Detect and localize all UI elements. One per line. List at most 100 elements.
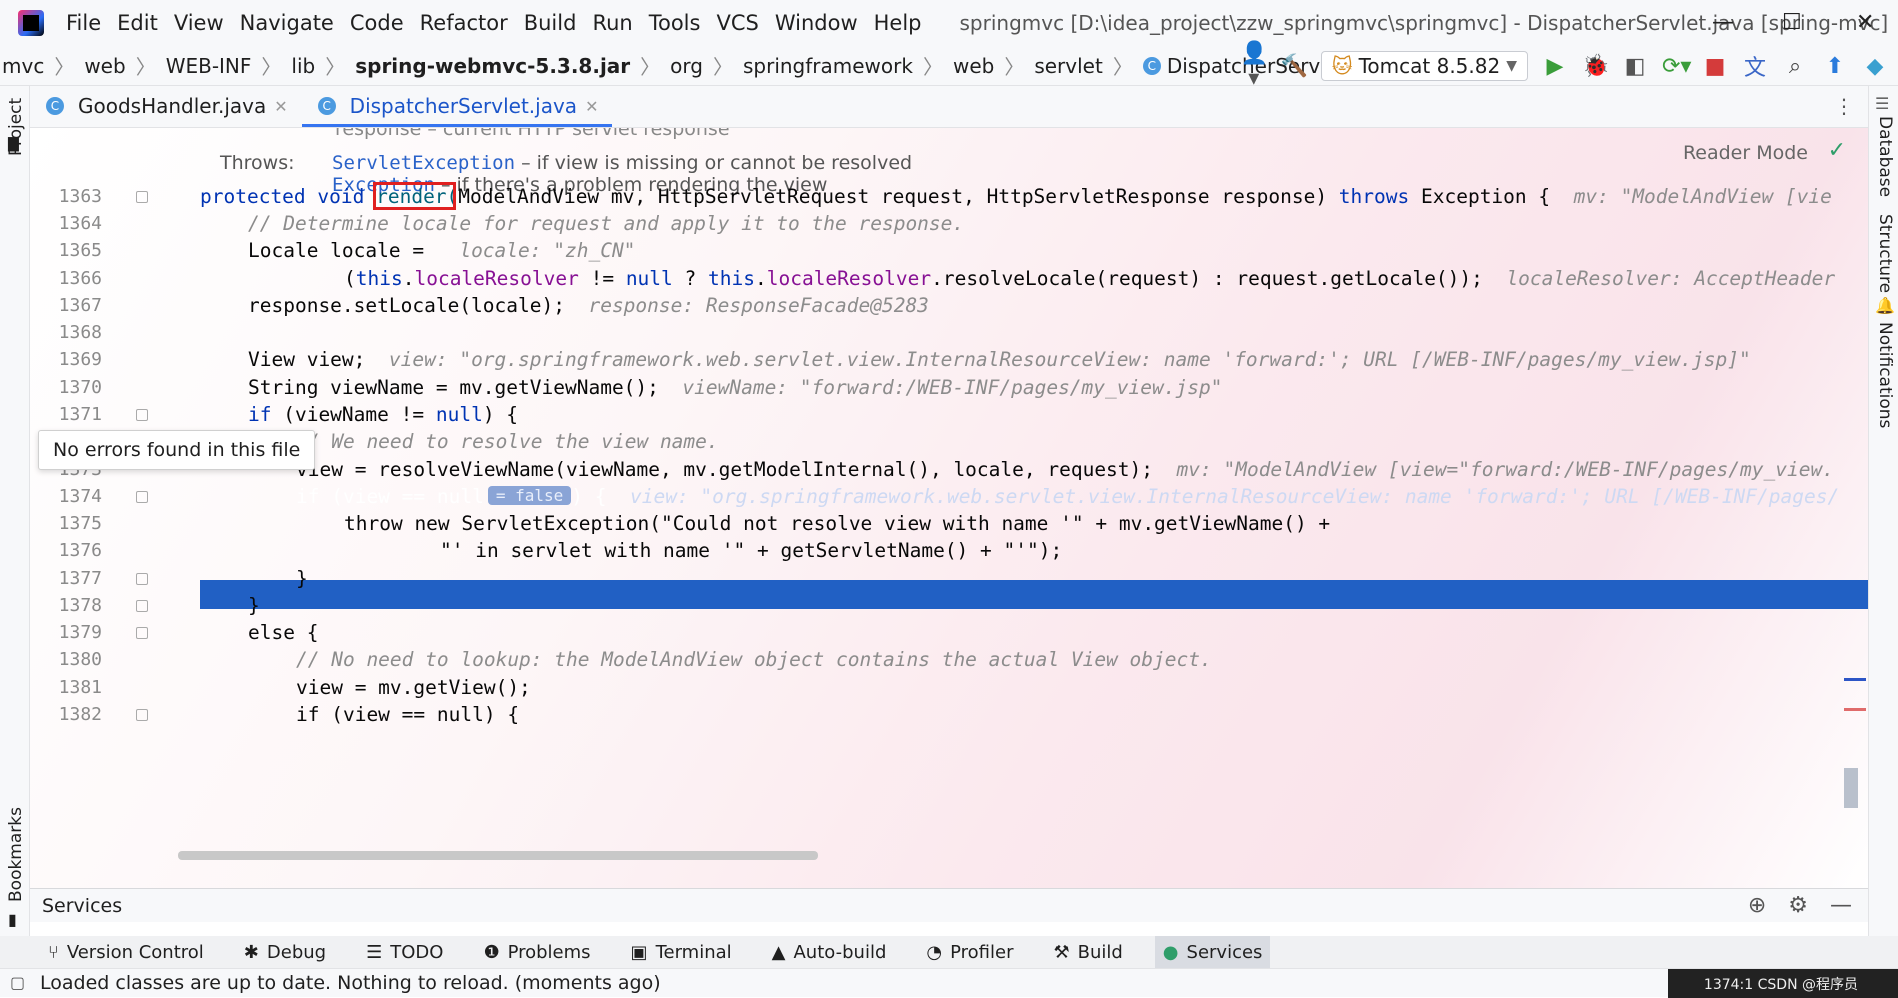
tool-label: Services [1186,941,1263,963]
menu-tools[interactable]: Tools [649,11,701,35]
menu-build[interactable]: Build [524,11,577,35]
structure-tool-button[interactable]: Structure [1875,214,1895,293]
menu-run[interactable]: Run [592,11,632,35]
services-title: Services [42,894,123,917]
user-icon[interactable]: 👤▾ [1241,41,1268,91]
tool-services[interactable]: ● Services [1154,936,1271,968]
tab-dispatcherservlet[interactable]: C DispatcherServlet.java ✕ [301,85,613,127]
services-icon: ● [1162,941,1179,963]
more-options-icon[interactable]: ⋮ [1834,94,1854,118]
breadcrumb-item[interactable]: web [953,54,994,78]
debug-icon[interactable]: 🐞 [1582,54,1609,79]
line-number: 1376 [58,540,102,561]
tool-profiler[interactable]: ◔ Profiler [918,936,1021,968]
fold-icon[interactable] [136,627,148,639]
tool-problems[interactable]: ❶ Problems [475,936,598,968]
menu-file[interactable]: File [66,11,101,35]
target-icon[interactable]: ⊕ [1748,893,1766,918]
tool-build[interactable]: ⚒ Build [1045,936,1130,968]
stop-icon[interactable]: ■ [1702,54,1728,79]
database-tool-button[interactable]: Database [1875,116,1895,197]
line-number: 1370 [58,377,102,398]
coverage-icon[interactable]: ◧ [1622,54,1648,79]
tool-todo[interactable]: ☰ TODO [358,936,451,968]
close-tab-icon[interactable]: ✕ [274,97,287,116]
code-line-1369: View view; view: "org.springframework.we… [248,348,1751,371]
menu-view[interactable]: View [174,11,224,35]
reader-mode-button[interactable]: Reader Mode [1683,142,1808,164]
scroll-marker[interactable] [1844,708,1866,711]
menu-refactor[interactable]: Refactor [420,11,508,35]
fold-icon[interactable] [136,573,148,585]
fold-icon[interactable] [136,600,148,612]
breadcrumb-item[interactable]: springframework [743,54,913,78]
breadcrumb-item[interactable]: servlet [1034,54,1103,78]
fold-icon[interactable] [136,491,148,503]
fold-icon[interactable] [136,709,148,721]
list-icon: ☰ [366,941,383,963]
minimize-panel-icon[interactable]: — [1830,893,1852,918]
code-line-1372: // We need to resolve the view name. [296,430,719,453]
menu-help[interactable]: Help [874,11,922,35]
run-configuration-select[interactable]: 🐱 Tomcat 8.5.82 ▼ [1320,51,1528,81]
code-editor[interactable]: response – current HTTP servlet response… [30,128,1868,888]
menu-edit[interactable]: Edit [117,11,158,35]
menu-navigate[interactable]: Navigate [240,11,334,35]
tab-label: DispatcherServlet.java [349,94,578,118]
translate-icon[interactable]: 文 [1742,50,1768,82]
horizontal-scrollbar[interactable] [178,851,818,860]
menu-vcs[interactable]: VCS [716,11,758,35]
doc-link[interactable]: ServletException [332,152,515,174]
tool-auto-build[interactable]: ▲ Auto-build [764,936,895,968]
inline-debug-value: response: ResponseFacade@5283 [564,294,929,317]
bookmarks-tool-button[interactable]: Bookmarks [6,807,26,902]
tool-terminal[interactable]: ▣ Terminal [623,936,740,968]
run-icon[interactable]: ▶ [1542,54,1568,79]
info-icon: ❶ [483,941,500,963]
profile-icon[interactable]: ⟳▾ [1662,54,1691,79]
breadcrumb-item[interactable]: org [670,54,703,78]
breadcrumb-item[interactable]: WEB-INF [166,54,252,78]
search-icon[interactable]: ⌕ [1782,54,1808,79]
code-line-1375: throw new ServletException("Could not re… [344,512,1331,535]
minimize-icon[interactable]: — [1712,10,1734,35]
plugin-logo-icon[interactable]: ◆ [1862,54,1888,79]
breadcrumb-item-jar[interactable]: spring-webmvc-5.3.8.jar [355,54,630,78]
vertical-scrollbar-thumb[interactable] [1844,768,1858,808]
scroll-marker[interactable] [1844,678,1866,681]
menu-code[interactable]: Code [350,11,404,35]
bell-icon[interactable]: 🔔 [1875,296,1895,315]
tool-version-control[interactable]: ⑂ Version Control [40,936,212,968]
editor-tab-bar: C GoodsHandler.java ✕ C DispatcherServle… [30,86,1868,128]
profiler-icon: ◔ [926,941,943,963]
breadcrumb-item[interactable]: web [84,54,125,78]
maximize-icon[interactable]: ☐ [1782,10,1802,35]
branch-icon: ⑂ [48,941,59,963]
folder-icon[interactable]: ▇ [8,136,19,152]
line-number: 1366 [58,268,102,289]
bookmark-icon[interactable]: ▮ [8,910,17,929]
menu-window[interactable]: Window [775,11,858,35]
tool-debug[interactable]: ✱ Debug [236,936,334,968]
update-icon[interactable]: ⬆ [1822,54,1848,79]
tab-goodshandler[interactable]: C GoodsHandler.java ✕ [30,85,302,127]
close-tab-icon[interactable]: ✕ [585,97,598,116]
notifications-tool-button[interactable]: Notifications [1875,322,1895,428]
intellij-logo-icon[interactable] [18,10,44,36]
build-hammer-icon[interactable]: 🔨 [1281,54,1308,79]
inline-debug-value: localeResolver: AcceptHeader [1482,267,1836,290]
breadcrumb-item[interactable]: lib [291,54,315,78]
code-token: . [402,267,415,290]
line-number: 1379 [58,622,102,643]
fold-icon[interactable] [136,191,148,203]
breadcrumb-item[interactable]: mvc [2,54,44,78]
fold-icon[interactable] [136,409,148,421]
gear-icon[interactable]: ⚙ [1788,893,1808,918]
close-icon[interactable]: ✕ [1856,10,1874,35]
menu-bar: File Edit View Navigate Code Refactor Bu… [0,0,1898,46]
database-icon[interactable]: ☰ [1875,94,1889,113]
execution-line-highlight [200,580,1868,609]
line-number: 1363 [58,186,102,207]
panel-toggle-icon[interactable]: ▢ [10,973,25,992]
tool-label: Version Control [66,941,204,963]
